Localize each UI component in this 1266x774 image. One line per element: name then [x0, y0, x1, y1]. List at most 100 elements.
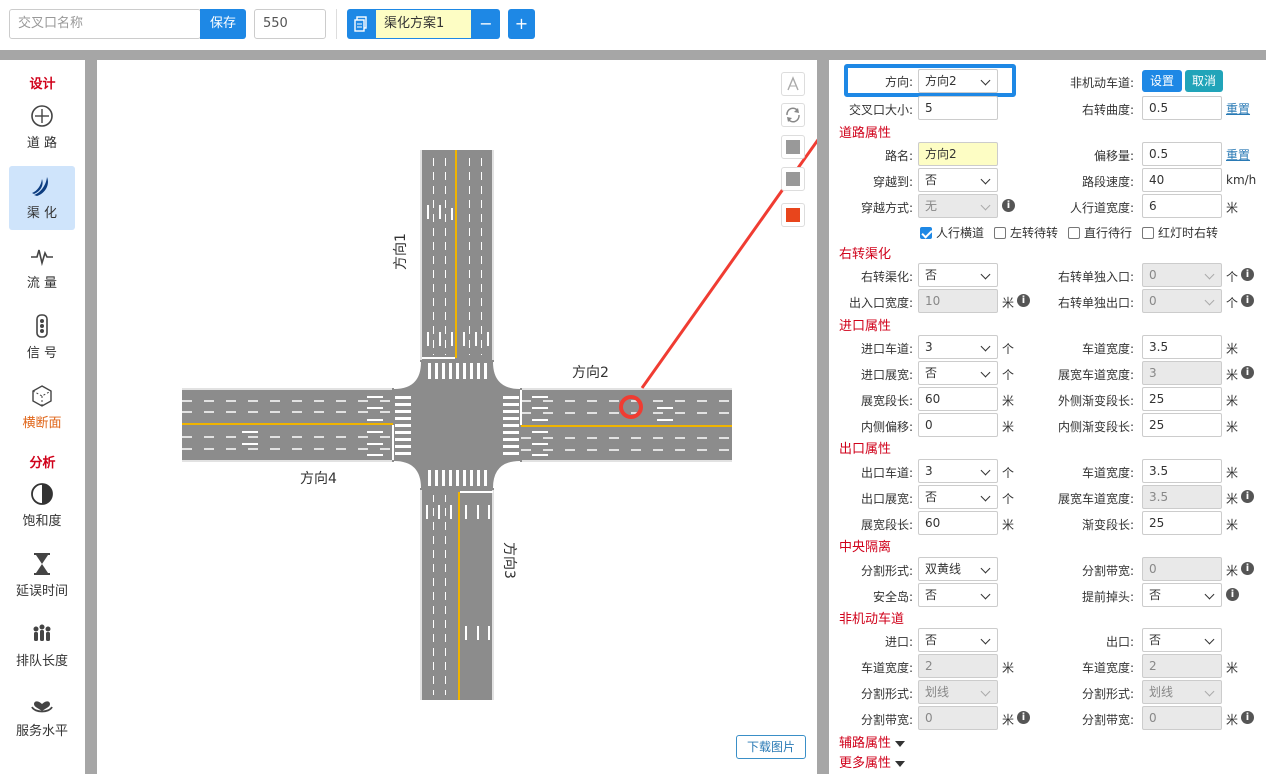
section-aux-road[interactable]: 辅路属性	[839, 732, 906, 751]
sidebar-item-delay[interactable]: 延误时间	[9, 544, 75, 608]
unit-meter: 米	[1226, 492, 1239, 506]
nm-entry-select[interactable]: 否	[918, 628, 998, 652]
nm-entry-divide-form-select[interactable]: 划线	[918, 680, 998, 704]
auto-layout-icon[interactable]	[781, 72, 805, 96]
entry-lanes-select[interactable]: 3	[918, 335, 998, 359]
reset-curve-link[interactable]: 重置	[1226, 100, 1250, 117]
info-icon[interactable]: i	[1241, 366, 1254, 379]
section-more[interactable]: 更多属性	[839, 752, 906, 771]
checkbox-red-right[interactable]: 红灯时右转	[1142, 224, 1218, 241]
right-channel-select[interactable]: 否	[918, 263, 998, 287]
sidebar-item-flow[interactable]: 流 量	[9, 236, 75, 300]
entry-widen-lane-input[interactable]: 3	[1142, 361, 1222, 385]
exit-lane-width-label: 车道宽度:	[1081, 466, 1134, 480]
inner-taper-input[interactable]: 25	[1142, 413, 1222, 437]
nm-exit-lane-width-input[interactable]: 2	[1142, 654, 1222, 678]
info-icon[interactable]: i	[1002, 199, 1015, 212]
nm-exit-divide-width-input[interactable]: 0	[1142, 706, 1222, 730]
cross-to-select[interactable]: 否	[918, 168, 998, 192]
nm-exit-divide-form-select[interactable]: 划线	[1142, 680, 1222, 704]
sidebar-item-road[interactable]: 道 路	[9, 96, 75, 160]
divide-form-select[interactable]: 双黄线	[918, 557, 998, 581]
checkbox-left-wait[interactable]: 左转待转	[994, 224, 1058, 241]
unit-meter: 米	[1002, 394, 1015, 408]
section-median: 中央隔离	[839, 540, 892, 555]
sidebar-item-label: 横断面	[22, 416, 62, 431]
entry-widen-len-input[interactable]: 60	[918, 387, 998, 411]
road-name-input[interactable]: 方向2	[918, 142, 998, 166]
right-exit-select[interactable]: 0	[1142, 289, 1222, 313]
section-label: 辅路属性	[839, 736, 892, 751]
divide-width-input[interactable]: 0	[1142, 557, 1222, 581]
right-curve-input[interactable]: 0.5	[1142, 96, 1222, 120]
unit-meter: 米	[1226, 564, 1239, 578]
nm-divide-width-label: 分割带宽:	[1081, 713, 1134, 727]
exit-lane-width-input[interactable]: 3.5	[1142, 459, 1222, 483]
info-icon[interactable]: i	[1241, 490, 1254, 503]
nm-entry-lane-width-input[interactable]: 2	[918, 654, 998, 678]
scheme-minus-button[interactable]: −	[472, 9, 500, 39]
reset-offset-link[interactable]: 重置	[1226, 146, 1250, 163]
sidebar-item-channelization[interactable]: 渠 化	[9, 166, 75, 230]
io-width-input[interactable]: 10	[918, 289, 998, 313]
right-exit-label: 右转单独出口:	[1057, 296, 1134, 310]
caret-down-icon	[895, 740, 906, 747]
scheme-doc-icon[interactable]	[347, 9, 375, 39]
intersection-size-input[interactable]: 5	[918, 96, 998, 120]
sidebar-item-service[interactable]: 服务水平	[9, 684, 75, 748]
color-gray-dark-swatch[interactable]	[781, 135, 805, 159]
sidebar-item-signal[interactable]: 信 号	[9, 306, 75, 370]
info-icon[interactable]: i	[1241, 711, 1254, 724]
sidebar-item-saturation[interactable]: 饱和度	[9, 474, 75, 538]
download-image-button[interactable]: 下载图片	[736, 735, 806, 759]
intersection-canvas[interactable]: 方向1 方向2 方向3 方向4	[97, 60, 817, 774]
nonmotor-cancel-button[interactable]: 取消	[1185, 70, 1223, 92]
entry-lane-width-input[interactable]: 3.5	[1142, 335, 1222, 359]
exit-widen-len-input[interactable]: 60	[918, 511, 998, 535]
unit-meter: 米	[1226, 466, 1239, 480]
exit-widen-lane-input[interactable]: 3.5	[1142, 485, 1222, 509]
entry-widen-select[interactable]: 否	[918, 361, 998, 385]
save-button[interactable]: 保存	[200, 9, 246, 39]
scheme-plus-button[interactable]: +	[508, 9, 535, 39]
scheme-name-field[interactable]: 渠化方案1	[375, 9, 472, 39]
color-gray-swatch[interactable]	[781, 167, 805, 191]
nm-entry-divide-width-input[interactable]: 0	[918, 706, 998, 730]
offset-input[interactable]: 0.5	[1142, 142, 1222, 166]
sidewalk-width-input[interactable]: 6	[1142, 194, 1222, 218]
size-input[interactable]: 550	[254, 9, 326, 39]
outer-taper-input[interactable]: 25	[1142, 387, 1222, 411]
info-icon[interactable]: i	[1241, 294, 1254, 307]
speed-input[interactable]: 40	[1142, 168, 1222, 192]
exit-lanes-select[interactable]: 3	[918, 459, 998, 483]
direction-select[interactable]: 方向2	[918, 69, 998, 93]
sidebar-item-cross-section[interactable]: 横断面	[9, 376, 75, 440]
intersection-name-input[interactable]: 交叉口名称	[9, 9, 201, 39]
inner-offset-input[interactable]: 0	[918, 413, 998, 437]
unit-count: 个	[1002, 466, 1015, 480]
unit-meter: 米	[1002, 518, 1015, 532]
sidebar-item-queue[interactable]: 排队长度	[9, 614, 75, 678]
exit-widen-select[interactable]: 否	[918, 485, 998, 509]
section-right-turn: 右转渠化	[839, 247, 892, 262]
uturn-select[interactable]: 否	[1142, 583, 1222, 607]
cross-mode-select[interactable]: 无	[918, 194, 998, 218]
checkbox-straight-wait[interactable]: 直行待行	[1068, 224, 1132, 241]
info-icon[interactable]: i	[1241, 268, 1254, 281]
splitter-left[interactable]	[85, 60, 97, 774]
info-icon[interactable]: i	[1241, 562, 1254, 575]
splitter-right[interactable]	[817, 60, 829, 774]
nonmotor-set-button[interactable]: 设置	[1142, 70, 1182, 92]
right-entry-select[interactable]: 0	[1142, 263, 1222, 287]
section-label: 更多属性	[839, 756, 892, 771]
island-select[interactable]: 否	[918, 583, 998, 607]
unit-meter: 米	[1226, 713, 1239, 727]
refresh-icon[interactable]	[781, 103, 805, 127]
info-icon[interactable]: i	[1226, 588, 1239, 601]
exit-taper-input[interactable]: 25	[1142, 511, 1222, 535]
inner-offset-label: 内侧偏移:	[860, 420, 913, 434]
color-orange-swatch[interactable]	[781, 203, 805, 227]
nm-exit-select[interactable]: 否	[1142, 628, 1222, 652]
checkbox-crosswalk[interactable]: 人行横道	[920, 224, 984, 241]
outer-taper-label: 外侧渐变段长:	[1057, 394, 1134, 408]
